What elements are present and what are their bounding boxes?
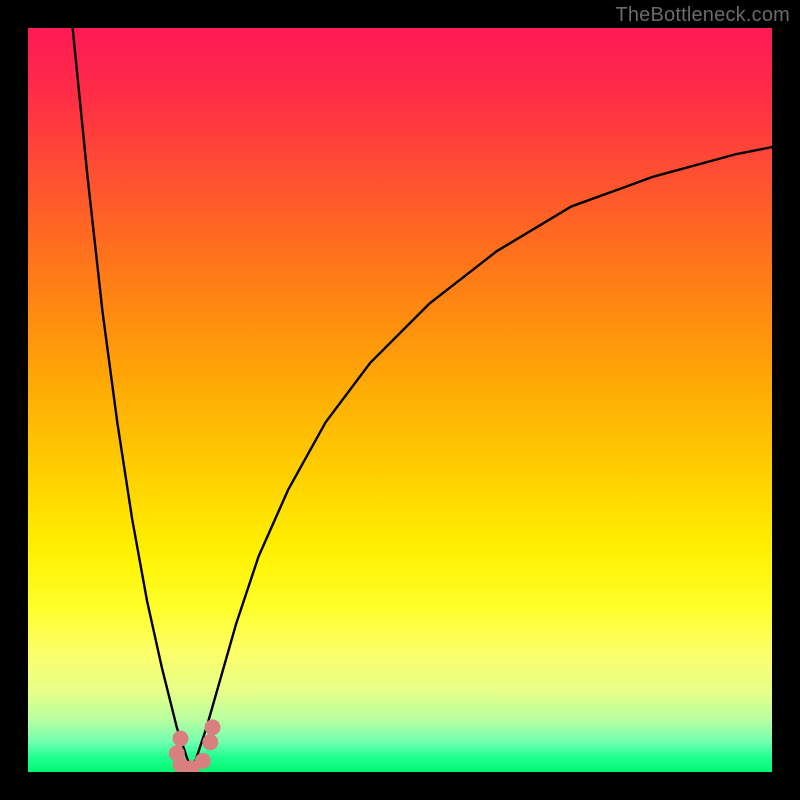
curve-right-branch: [192, 147, 772, 772]
marker-point: [202, 734, 218, 750]
watermark-text: TheBottleneck.com: [615, 4, 790, 27]
plot-area: [28, 28, 772, 772]
marker-point: [205, 719, 221, 735]
curve-left-branch: [73, 28, 192, 772]
marker-point: [173, 731, 189, 747]
chart-frame: TheBottleneck.com: [0, 0, 800, 800]
marker-point: [195, 753, 211, 769]
curve-layer: [28, 28, 772, 772]
